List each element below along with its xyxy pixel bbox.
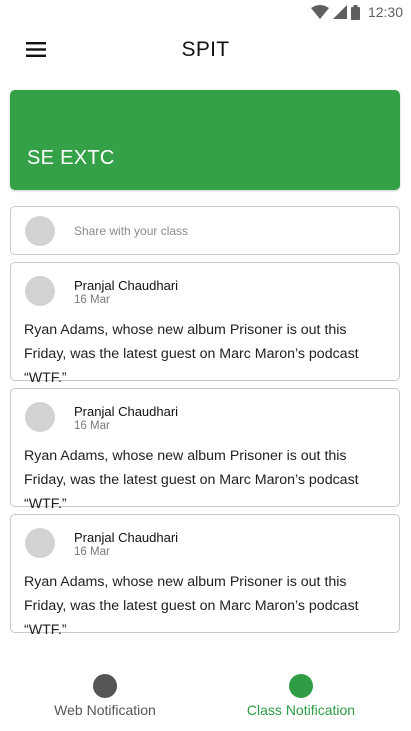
post-date: 16 Mar <box>74 420 110 432</box>
post-body: Ryan Adams, whose new album Prisoner is … <box>24 448 359 512</box>
wifi-icon <box>310 5 329 19</box>
post-author: Pranjal Chaudhari <box>74 404 179 419</box>
class-banner[interactable]: SE EXTC <box>10 90 400 190</box>
post-card[interactable]: Pranjal Chaudhari 16 Mar Ryan Adams, who… <box>10 388 400 512</box>
post-card[interactable]: Pranjal Chaudhari 16 Mar Ryan Adams, who… <box>10 262 400 386</box>
nav-web-label: Web Notification <box>54 702 156 718</box>
avatar <box>25 276 55 306</box>
post-author: Pranjal Chaudhari <box>74 530 179 545</box>
post-date: 16 Mar <box>74 546 110 558</box>
post-body: Ryan Adams, whose new album Prisoner is … <box>24 322 359 386</box>
class-name: SE EXTC <box>27 147 115 169</box>
share-placeholder: Share with your class <box>74 224 189 238</box>
status-bar: 12:30 <box>0 0 411 24</box>
nav-class-notification[interactable]: Class Notification <box>221 660 381 718</box>
avatar <box>25 402 55 432</box>
status-time: 12:30 <box>367 4 403 20</box>
page-title: SPIT <box>181 38 230 61</box>
battery-icon <box>350 4 360 20</box>
avatar <box>25 528 55 558</box>
post-author: Pranjal Chaudhari <box>74 278 179 293</box>
avatar <box>25 216 55 246</box>
signal-icon <box>332 5 347 19</box>
app-screen: 12:30 SPIT SE EXTC Share with your class… <box>0 0 411 731</box>
app-bar: SPIT <box>0 24 411 80</box>
nav-class-label: Class Notification <box>246 702 356 718</box>
web-notification-icon <box>93 674 117 698</box>
post-body: Ryan Adams, whose new album Prisoner is … <box>24 574 359 638</box>
post-card[interactable]: Pranjal Chaudhari 16 Mar Ryan Adams, who… <box>10 514 400 638</box>
class-notification-icon <box>289 674 313 698</box>
post-date: 16 Mar <box>74 294 110 306</box>
bottom-nav: Web Notification Class Notification <box>0 660 411 731</box>
nav-web-notification[interactable]: Web Notification <box>25 660 185 718</box>
share-input[interactable]: Share with your class <box>10 206 400 255</box>
